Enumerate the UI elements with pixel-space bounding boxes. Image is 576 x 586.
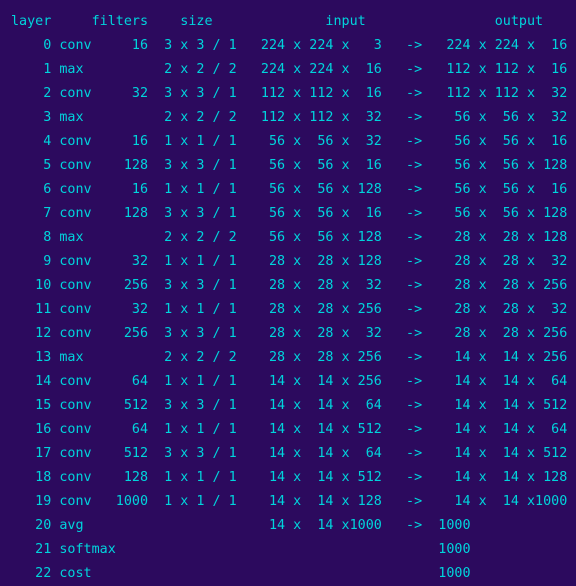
layer-row-1: 1 max 2 x 2 / 2 224 x 224 x 16 -> 112 x … [11,62,568,77]
layer-row-19: 19 conv 1000 1 x 1 / 1 14 x 14 x 128 -> … [11,494,568,509]
layer-row-12: 12 conv 256 3 x 3 / 1 28 x 28 x 32 -> 28… [11,326,568,341]
layer-row-11: 11 conv 32 1 x 1 / 1 28 x 28 x 256 -> 28… [11,302,568,317]
layer-row-14: 14 conv 64 1 x 1 / 1 14 x 14 x 256 -> 14… [11,374,568,389]
network-table-header: layer filters size input output [11,14,544,29]
layer-row-17: 17 conv 512 3 x 3 / 1 14 x 14 x 64 -> 14… [11,446,568,461]
layer-row-22: 22 cost 1000 [11,566,471,581]
layer-row-13: 13 max 2 x 2 / 2 28 x 28 x 256 -> 14 x 1… [11,350,568,365]
layer-row-7: 7 conv 128 3 x 3 / 1 56 x 56 x 16 -> 56 … [11,206,568,221]
layer-row-0: 0 conv 16 3 x 3 / 1 224 x 224 x 3 -> 224… [11,38,568,53]
layer-row-21: 21 softmax 1000 [11,542,471,557]
layer-row-2: 2 conv 32 3 x 3 / 1 112 x 112 x 16 -> 11… [11,86,568,101]
layer-row-4: 4 conv 16 1 x 1 / 1 56 x 56 x 32 -> 56 x… [11,134,568,149]
layer-row-18: 18 conv 128 1 x 1 / 1 14 x 14 x 512 -> 1… [11,470,568,485]
layer-row-15: 15 conv 512 3 x 3 / 1 14 x 14 x 64 -> 14… [11,398,568,413]
layer-row-10: 10 conv 256 3 x 3 / 1 28 x 28 x 32 -> 28… [11,278,568,293]
layer-row-16: 16 conv 64 1 x 1 / 1 14 x 14 x 512 -> 14… [11,422,568,437]
layer-row-8: 8 max 2 x 2 / 2 56 x 56 x 128 -> 28 x 28… [11,230,568,245]
layer-row-9: 9 conv 32 1 x 1 / 1 28 x 28 x 128 -> 28 … [11,254,568,269]
terminal-window[interactable]: layer filters size input output 0 conv 1… [0,0,576,582]
layer-row-6: 6 conv 16 1 x 1 / 1 56 x 56 x 128 -> 56 … [11,182,568,197]
layer-row-5: 5 conv 128 3 x 3 / 1 56 x 56 x 16 -> 56 … [11,158,568,173]
layer-row-3: 3 max 2 x 2 / 2 112 x 112 x 32 -> 56 x 5… [11,110,568,125]
layer-row-20: 20 avg 14 x 14 x1000 -> 1000 [11,518,471,533]
